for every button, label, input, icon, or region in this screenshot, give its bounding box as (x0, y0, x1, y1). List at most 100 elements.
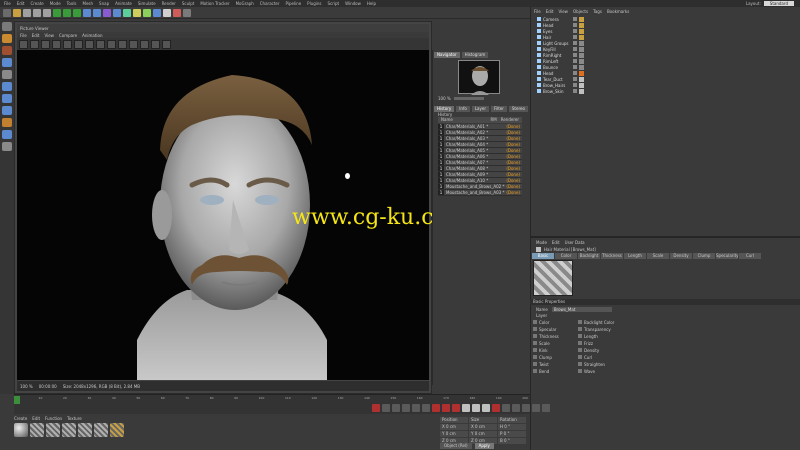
menu-item[interactable]: Help (367, 1, 376, 6)
mode-tool-icon[interactable] (2, 82, 12, 91)
object-name[interactable]: KeyFill (543, 47, 571, 52)
material-tab[interactable]: Scale (647, 253, 669, 259)
object-name[interactable]: RimLeft (543, 59, 571, 64)
visibility-toggle[interactable] (573, 77, 577, 81)
menu-item[interactable]: Snap (99, 1, 109, 6)
history-col-status[interactable]: Renderer (501, 117, 519, 123)
object-name[interactable]: Head (543, 71, 571, 76)
history-col-name[interactable]: Name (441, 117, 453, 123)
toolbar-tool-icon[interactable] (143, 8, 151, 17)
attribute-property[interactable]: Specular (533, 326, 578, 332)
material-tab[interactable]: Clump (693, 253, 715, 259)
property-checkbox[interactable] (533, 369, 537, 373)
toolbar-tool-icon[interactable] (103, 8, 111, 17)
playback-button-icon[interactable] (432, 404, 440, 412)
menu-item[interactable]: File (4, 1, 11, 6)
history-tab[interactable]: Stereo (508, 106, 528, 112)
visibility-toggle[interactable] (573, 83, 577, 87)
toolbar-tool-icon[interactable] (153, 8, 161, 17)
attribute-property[interactable]: Bend (533, 368, 578, 374)
layout-dropdown[interactable]: Standard (763, 1, 794, 6)
object-name[interactable]: Camera (543, 17, 571, 22)
attribute-name-field[interactable]: Brows_Mat (551, 307, 612, 312)
playback-button-icon[interactable] (372, 404, 380, 412)
visibility-toggle[interactable] (573, 41, 577, 45)
material-tab[interactable]: Thickness (601, 253, 623, 259)
mode-tool-icon[interactable] (2, 70, 12, 79)
playback-button-icon[interactable] (452, 404, 460, 412)
playback-button-icon[interactable] (512, 404, 520, 412)
attribute-property[interactable]: Twist (533, 361, 578, 367)
object-name[interactable]: Tear_Duct (543, 77, 571, 82)
playback-button-icon[interactable] (392, 404, 400, 412)
visibility-toggle[interactable] (573, 71, 577, 75)
mode-tool-icon[interactable] (2, 118, 12, 127)
attribute-menu-item[interactable]: Mode (536, 240, 547, 245)
menu-item[interactable]: Edit (17, 1, 25, 6)
object-name[interactable]: Hair (543, 35, 571, 40)
material-preview-swatch[interactable] (533, 260, 573, 296)
attribute-property[interactable]: Frizz (578, 340, 623, 346)
material-manager-menu-item[interactable]: Function (45, 416, 62, 421)
visibility-toggle[interactable] (573, 53, 577, 57)
object-name[interactable]: RimRight (543, 53, 571, 58)
toolbar-tool-icon[interactable] (83, 8, 91, 17)
toolbar-tool-icon[interactable] (33, 8, 41, 17)
object-tag-icon[interactable] (579, 64, 584, 70)
mode-tool-icon[interactable] (2, 106, 12, 115)
playback-button-icon[interactable] (542, 404, 550, 412)
attribute-property[interactable]: Color (533, 319, 578, 325)
menu-item[interactable]: Render (162, 1, 176, 6)
object-name[interactable]: Brow_Skin (543, 89, 571, 94)
visibility-toggle[interactable] (573, 23, 577, 27)
material-sphere-icon[interactable] (14, 423, 28, 437)
viewer-tool-button[interactable] (129, 39, 138, 49)
object-tag-icon[interactable] (579, 82, 584, 88)
object-tag-icon[interactable] (579, 58, 584, 64)
material-thumbnail[interactable] (30, 423, 44, 437)
toolbar-tool-icon[interactable] (123, 8, 131, 17)
navigator-zoom[interactable]: 100 % (438, 96, 484, 101)
coordinate-field[interactable]: H 0 ° (498, 424, 526, 430)
navigator-tab[interactable]: Histogram (461, 52, 489, 58)
material-thumbnail[interactable] (94, 423, 108, 437)
playback-button-icon[interactable] (402, 404, 410, 412)
attribute-property[interactable]: Clump (533, 354, 578, 360)
attribute-property[interactable]: Transparency (578, 326, 623, 332)
property-checkbox[interactable] (533, 348, 537, 352)
mode-tool-icon[interactable] (2, 58, 12, 67)
viewer-tool-button[interactable] (140, 39, 149, 49)
viewer-tool-button[interactable] (19, 39, 28, 49)
property-checkbox[interactable] (533, 334, 537, 338)
property-checkbox[interactable] (533, 355, 537, 359)
menu-item[interactable]: Character (260, 1, 280, 6)
object-tag-icon[interactable] (579, 46, 584, 52)
visibility-toggle[interactable] (573, 17, 577, 21)
visibility-toggle[interactable] (573, 59, 577, 63)
coordinate-field[interactable]: X 0 cm (440, 424, 468, 430)
toolbar-tool-icon[interactable] (13, 8, 21, 17)
coordinate-field[interactable]: B 0 ° (498, 438, 526, 444)
coordinate-field[interactable]: Y 0 cm (440, 431, 468, 437)
toolbar-tool-icon[interactable] (163, 8, 171, 17)
attribute-property[interactable]: Straighten (578, 361, 623, 367)
viewer-tool-button[interactable] (107, 39, 116, 49)
toolbar-tool-icon[interactable] (113, 8, 121, 17)
property-checkbox[interactable] (578, 341, 582, 345)
visibility-toggle[interactable] (573, 29, 577, 33)
property-checkbox[interactable] (533, 362, 537, 366)
property-checkbox[interactable] (578, 355, 582, 359)
property-checkbox[interactable] (578, 348, 582, 352)
toolbar-tool-icon[interactable] (133, 8, 141, 17)
material-tab[interactable]: Color (555, 253, 577, 259)
picture-viewer-menu-item[interactable]: View (44, 33, 54, 38)
menu-item[interactable]: Script (328, 1, 340, 6)
playback-button-icon[interactable] (462, 404, 470, 412)
playback-button-icon[interactable] (382, 404, 390, 412)
timeline-playhead[interactable] (14, 396, 20, 404)
picture-viewer-titlebar[interactable]: Picture Viewer (17, 24, 429, 32)
navigator-tab[interactable]: Navigator (434, 52, 460, 58)
toolbar-tool-icon[interactable] (3, 8, 11, 17)
menu-item[interactable]: Simulate (138, 1, 156, 6)
property-checkbox[interactable] (578, 362, 582, 366)
